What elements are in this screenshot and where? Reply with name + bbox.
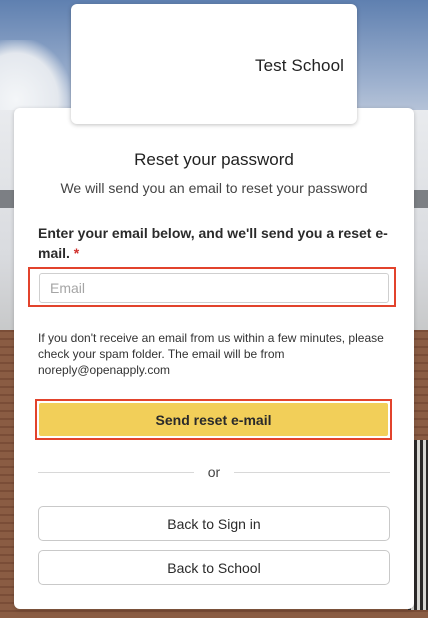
school-name: Test School xyxy=(255,56,344,75)
or-divider: or xyxy=(38,464,390,480)
email-field[interactable] xyxy=(39,273,389,303)
divider-line-right xyxy=(234,472,390,473)
back-to-sign-in-button[interactable]: Back to Sign in xyxy=(38,506,390,541)
back-to-school-button[interactable]: Back to School xyxy=(38,550,390,585)
email-label: Enter your email below, and we'll send y… xyxy=(38,223,394,263)
page-subtitle: We will send you an email to reset your … xyxy=(60,180,368,196)
reset-password-panel: Reset your password We will send you an … xyxy=(14,108,414,609)
page-title: Reset your password xyxy=(134,150,294,169)
spam-notice: If you don't receive an email from us wi… xyxy=(38,331,384,377)
email-label-text: Enter your email below, and we'll send y… xyxy=(38,225,388,261)
send-reset-email-button[interactable]: Send reset e-mail xyxy=(39,403,388,436)
required-asterisk: * xyxy=(73,245,80,261)
school-header-card: Test School xyxy=(71,4,357,124)
send-button-highlight: Send reset e-mail xyxy=(35,399,392,440)
email-field-highlight xyxy=(28,267,396,307)
